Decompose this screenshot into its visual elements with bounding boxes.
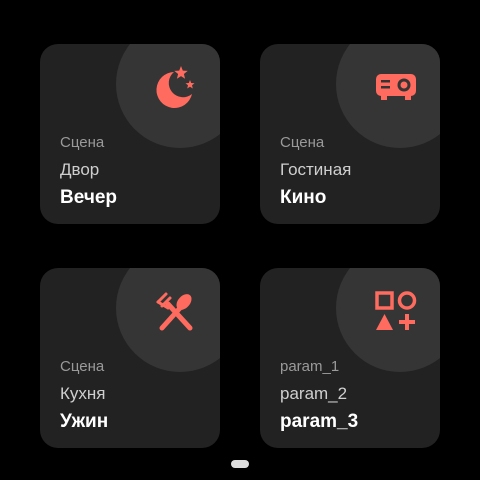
tile-label-room: Двор [60, 160, 100, 179]
fork-spoon-icon [152, 288, 200, 336]
scene-tile-kuhnya-uzhin[interactable]: Сцена Кухня Ужин [40, 268, 220, 448]
night-moon-stars-icon [152, 64, 200, 112]
tile-label-room: Гостиная [280, 160, 352, 179]
tile-label-room: Кухня [60, 384, 106, 403]
tile-label-category: Сцена [60, 134, 105, 151]
scenes-screen: Сцена Двор Вечер Сцена Гостиная Кино Сце… [0, 0, 480, 480]
page-indicator [231, 460, 249, 468]
tile-label-category: Сцена [60, 358, 105, 375]
param-tile[interactable]: param_1 param_2 param_3 [260, 268, 440, 448]
tile-label-param-2: param_2 [280, 384, 348, 403]
tile-label-scene: Ужин [60, 411, 109, 432]
shapes-icon [372, 288, 420, 336]
tile-label-scene: Кино [280, 187, 327, 208]
tile-label-scene: Вечер [60, 187, 118, 208]
tile-label-param-1: param_1 [280, 358, 340, 375]
scene-tile-gostinaya-kino[interactable]: Сцена Гостиная Кино [260, 44, 440, 224]
scene-tile-dvor-vecher[interactable]: Сцена Двор Вечер [40, 44, 220, 224]
tile-label-param-3: param_3 [280, 411, 359, 432]
projector-icon [372, 64, 420, 112]
tile-label-category: Сцена [280, 134, 325, 151]
